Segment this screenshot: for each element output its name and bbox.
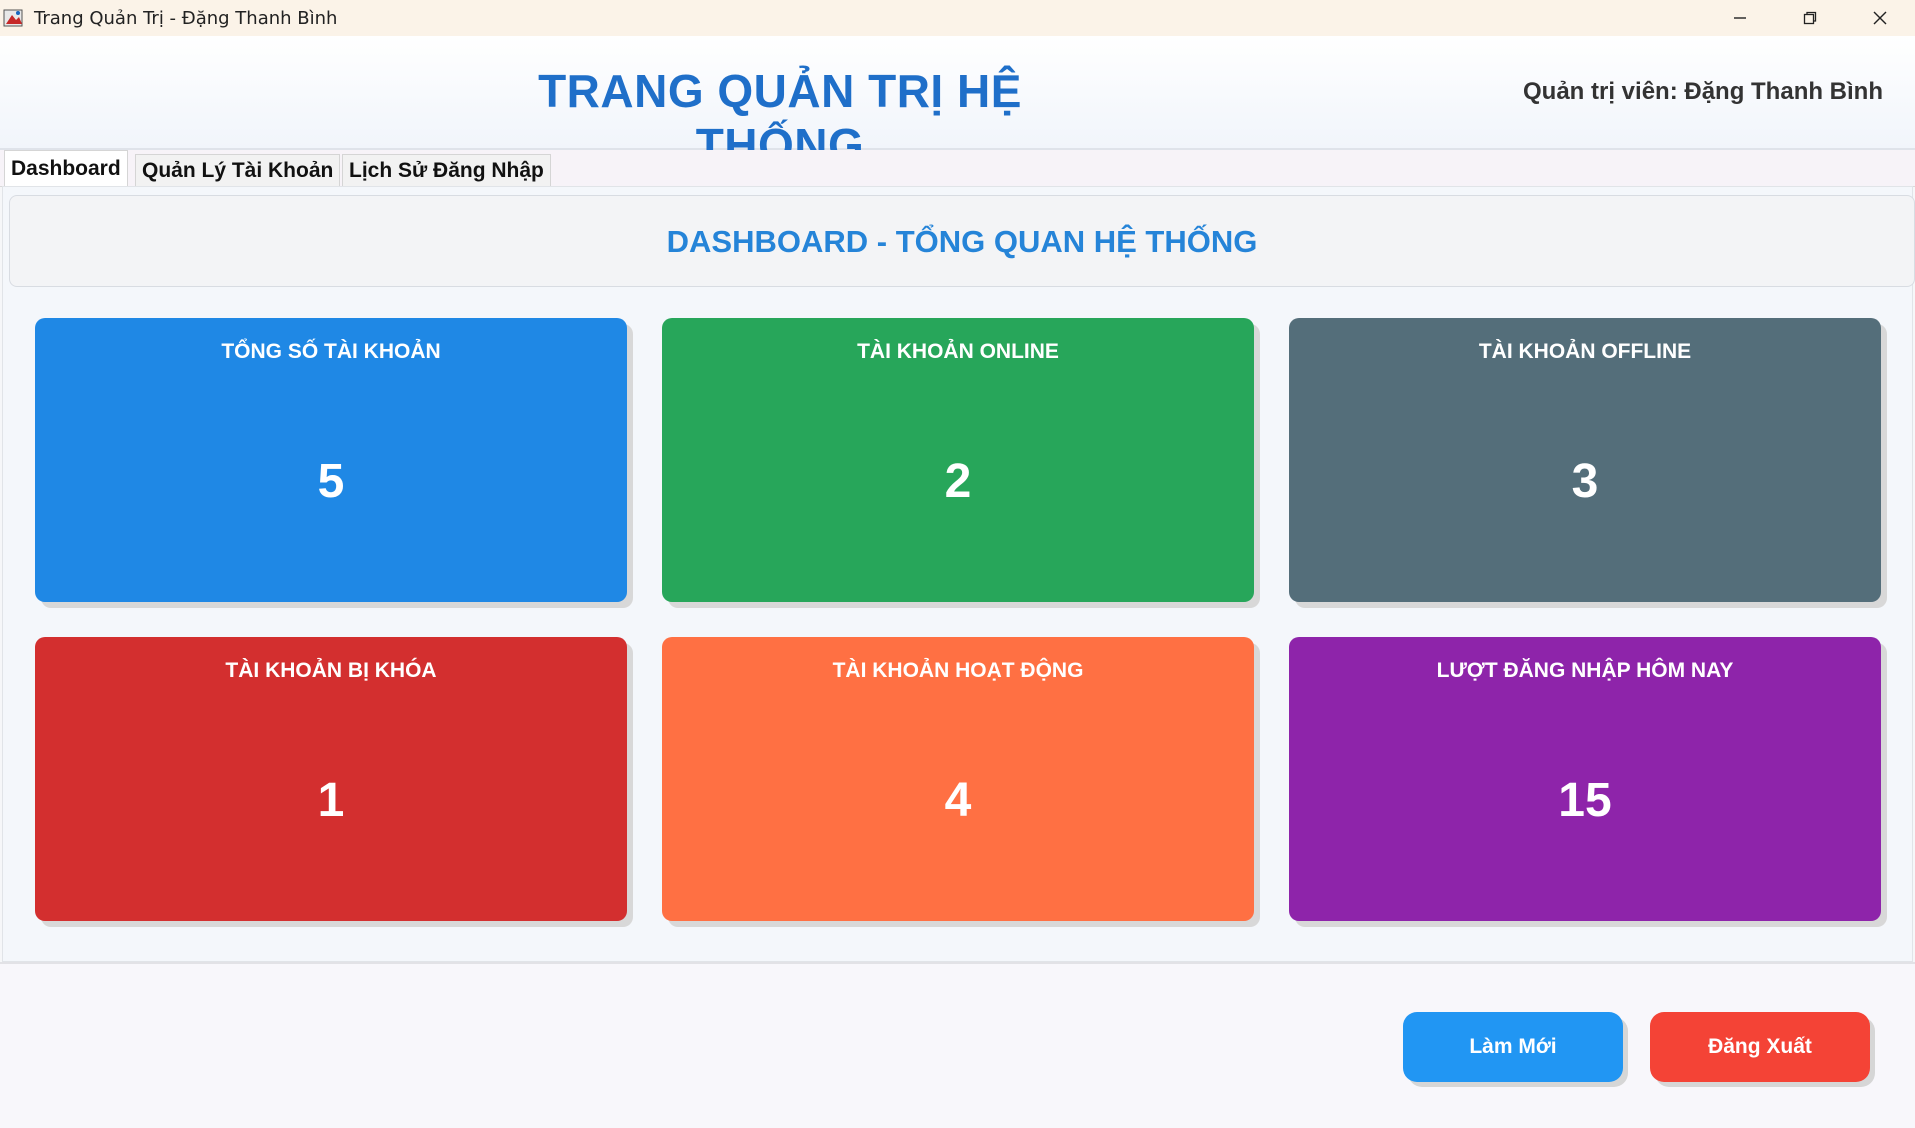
card-label: TÀI KHOẢN BỊ KHÓA	[225, 659, 437, 682]
card-logins-today: LƯỢT ĐĂNG NHẬP HÔM NAY 15	[1289, 637, 1881, 921]
dashboard-title: DASHBOARD - TỔNG QUAN HỆ THỐNG	[666, 224, 1258, 259]
card-active-accounts: TÀI KHOẢN HOẠT ĐỘNG 4	[662, 637, 1254, 921]
restore-button[interactable]	[1775, 0, 1845, 36]
card-value: 15	[1558, 774, 1612, 827]
card-value: 4	[944, 774, 972, 827]
tab-dashboard[interactable]: Dashboard	[4, 150, 128, 187]
card-value: 5	[317, 455, 345, 508]
app-header: TRANG QUẢN TRỊ HỆ THỐNG Quản trị viên: Đ…	[0, 36, 1915, 171]
restore-icon	[1803, 11, 1817, 25]
close-button[interactable]	[1845, 0, 1915, 36]
logout-button[interactable]: Đăng Xuất	[1650, 1012, 1870, 1082]
admin-user-label: Quản trị viên: Đặng Thanh Bình	[1523, 78, 1883, 105]
refresh-button[interactable]: Làm Mới	[1403, 1012, 1623, 1082]
minimize-icon	[1734, 17, 1746, 19]
card-value: 2	[944, 455, 972, 508]
tab-account-management[interactable]: Quản Lý Tài Khoản	[135, 154, 341, 186]
card-online-accounts: TÀI KHOẢN ONLINE 2	[662, 318, 1254, 602]
tab-login-history[interactable]: Lịch Sử Đăng Nhập	[342, 154, 551, 186]
card-label: TÀI KHOẢN OFFLINE	[1478, 340, 1692, 363]
window-title: Trang Quản Trị - Đặng Thanh Bình	[34, 7, 338, 29]
minimize-button[interactable]	[1705, 0, 1775, 36]
card-locked-accounts: TÀI KHOẢN BỊ KHÓA 1	[35, 637, 627, 921]
card-offline-accounts: TÀI KHOẢN OFFLINE 3	[1289, 318, 1881, 602]
card-label: TÀI KHOẢN ONLINE	[857, 340, 1059, 363]
card-value: 3	[1571, 455, 1599, 508]
card-label: TỔNG SỐ TÀI KHOẢN	[221, 340, 441, 363]
tab-bar: Dashboard Quản Lý Tài Khoản Lịch Sử Đăng…	[0, 150, 1915, 187]
app-icon	[2, 6, 26, 30]
footer-bar: Làm Mới Đăng Xuất	[0, 962, 1915, 1128]
card-total-accounts: TỔNG SỐ TÀI KHOẢN 5	[35, 318, 627, 602]
close-icon	[1873, 11, 1887, 25]
card-label: LƯỢT ĐĂNG NHẬP HÔM NAY	[1436, 659, 1734, 682]
card-value: 1	[317, 774, 345, 827]
dashboard-header: DASHBOARD - TỔNG QUAN HỆ THỐNG	[9, 195, 1915, 287]
window-titlebar: Trang Quản Trị - Đặng Thanh Bình	[0, 0, 1915, 37]
card-label: TÀI KHOẢN HOẠT ĐỘNG	[832, 659, 1084, 682]
dashboard-panel: DASHBOARD - TỔNG QUAN HỆ THỐNG TỔNG SỐ T…	[2, 186, 1915, 962]
